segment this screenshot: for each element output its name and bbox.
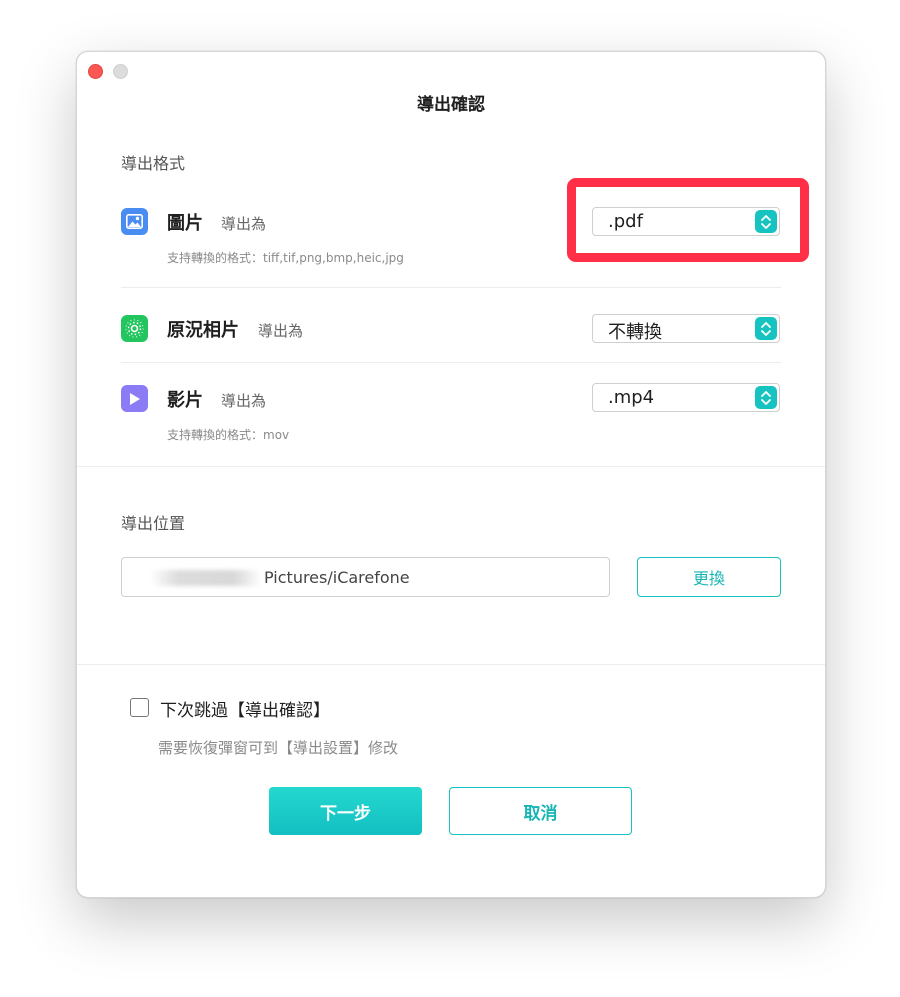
format-name-image: 圖片 bbox=[167, 213, 203, 234]
section-divider bbox=[77, 664, 825, 665]
image-icon bbox=[121, 208, 148, 235]
export-as-label: 導出為 bbox=[221, 392, 267, 410]
select-value: 不轉換 bbox=[608, 322, 662, 343]
divider bbox=[121, 362, 781, 363]
live-photo-format-select[interactable]: 不轉換 bbox=[592, 314, 780, 343]
supported-formats-hint: 支持轉換的格式：mov bbox=[167, 428, 290, 442]
format-name-live-photo: 原況相片 bbox=[167, 320, 239, 341]
up-down-arrows-icon bbox=[755, 317, 777, 340]
export-path-text: Pictures/iCarefone bbox=[264, 568, 410, 587]
cancel-button[interactable]: 取消 bbox=[449, 787, 632, 835]
video-play-icon bbox=[121, 385, 148, 412]
select-value: .mp4 bbox=[608, 387, 655, 408]
format-row-live-photo: 原況相片 導出為 不轉換 bbox=[121, 314, 781, 344]
skip-confirm-checkbox[interactable] bbox=[130, 698, 149, 717]
divider bbox=[121, 287, 781, 288]
export-format-label: 導出格式 bbox=[121, 154, 186, 173]
next-button[interactable]: 下一步 bbox=[269, 787, 422, 835]
highlight-annotation-box bbox=[567, 178, 809, 262]
format-name-video: 影片 bbox=[167, 390, 203, 411]
live-photo-icon bbox=[121, 315, 148, 342]
change-location-button[interactable]: 更換 bbox=[637, 557, 781, 597]
skip-confirm-label[interactable]: 下次跳過【導出確認】 bbox=[160, 696, 330, 721]
export-path-field[interactable]: Pictures/iCarefone bbox=[121, 557, 610, 597]
up-down-arrows-icon bbox=[755, 386, 777, 409]
export-as-label: 導出為 bbox=[221, 215, 267, 233]
video-format-select[interactable]: .mp4 bbox=[592, 383, 780, 412]
section-divider bbox=[77, 466, 825, 467]
export-location-label: 導出位置 bbox=[121, 514, 186, 533]
export-confirm-dialog: 導出確認 導出格式 圖片 導出為 支持轉換的格式：tiff,tif,png,bm… bbox=[76, 51, 826, 898]
supported-formats-hint: 支持轉換的格式：tiff,tif,png,bmp,heic,jpg bbox=[167, 251, 404, 265]
redacted-path-segment bbox=[150, 570, 262, 586]
minimize-window-button[interactable] bbox=[113, 64, 128, 79]
export-as-label: 導出為 bbox=[258, 322, 304, 340]
close-window-button[interactable] bbox=[88, 64, 103, 79]
dialog-title: 導出確認 bbox=[417, 95, 485, 115]
skip-confirm-hint: 需要恢復彈窗可到【導出設置】修改 bbox=[158, 739, 399, 757]
format-row-video: 影片 導出為 支持轉換的格式：mov .mp4 bbox=[121, 383, 781, 443]
